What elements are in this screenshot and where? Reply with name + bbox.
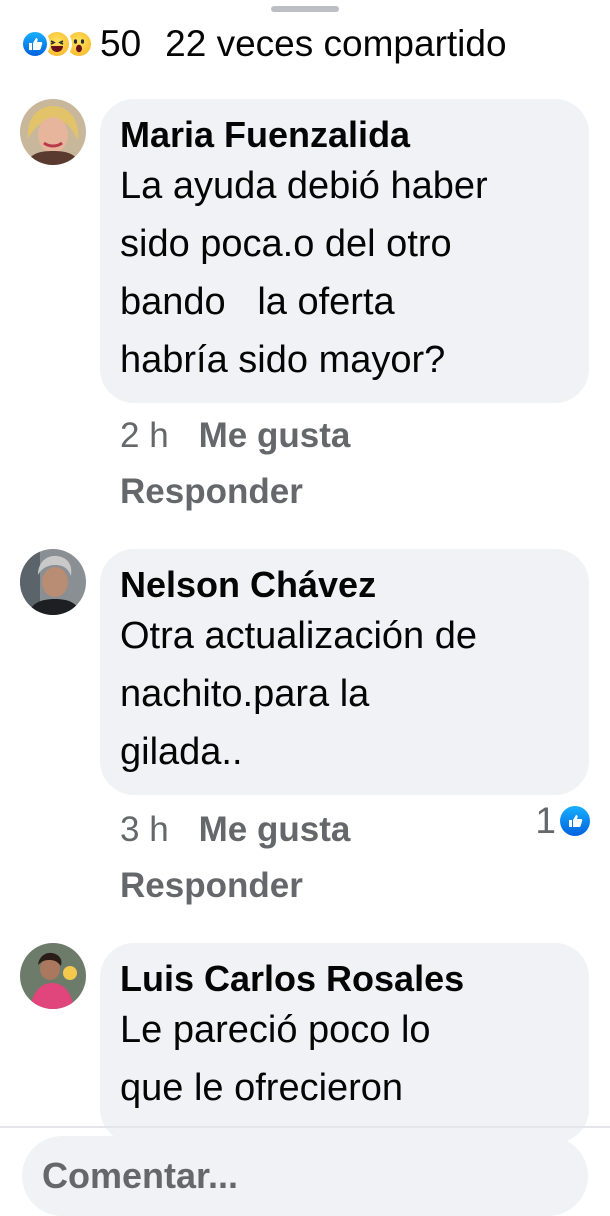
comment-text: La ayuda debió haber sido poca.o del otr… (120, 165, 488, 381)
comment-bubble[interactable]: Maria Fuenzalida La ayuda debió haber si… (100, 99, 589, 403)
reply-button[interactable]: Responder (120, 858, 350, 914)
like-icon (20, 29, 50, 59)
comment-input-placeholder: Comentar... (42, 1155, 239, 1196)
comment-bubble[interactable]: Luis Carlos Rosales Le pareció poco lo q… (100, 943, 589, 1143)
avatar[interactable] (20, 549, 86, 615)
composer-divider (0, 1126, 610, 1128)
reply-button[interactable]: Responder (120, 464, 350, 520)
avatar[interactable] (20, 99, 86, 165)
avatar[interactable] (20, 943, 86, 1009)
comment-author[interactable]: Nelson Chávez (120, 563, 569, 607)
reaction-count: 50 (100, 23, 142, 64)
comment-author[interactable]: Maria Fuenzalida (120, 113, 569, 157)
like-button[interactable]: Me gusta (199, 810, 351, 849)
comment-text: Le pareció poco lo que le ofrecieron (120, 1009, 431, 1109)
comment-author[interactable]: Luis Carlos Rosales (120, 957, 569, 1001)
reaction-icons (20, 29, 94, 59)
comment-time[interactable]: 2 h (120, 416, 169, 455)
comment-text: Otra actualización de nachito.para la gi… (120, 615, 477, 773)
comment-like-count: 1 (535, 800, 556, 841)
like-icon (560, 806, 590, 836)
comment-actions: 3 h Me gusta Responder (120, 802, 350, 914)
drag-handle[interactable] (271, 6, 339, 12)
share-count[interactable]: 22 veces compartido (165, 23, 506, 65)
like-button[interactable]: Me gusta (199, 416, 351, 455)
comment-reaction-count[interactable]: 1 (535, 800, 590, 842)
comment-bubble[interactable]: Nelson Chávez Otra actualización de nach… (100, 549, 589, 795)
reactions-summary[interactable]: 50 22 veces compartido (20, 18, 595, 70)
comment-time[interactable]: 3 h (120, 810, 169, 849)
comment-actions: 2 h Me gusta Responder (120, 408, 350, 520)
comment-input[interactable]: Comentar... (22, 1136, 588, 1216)
